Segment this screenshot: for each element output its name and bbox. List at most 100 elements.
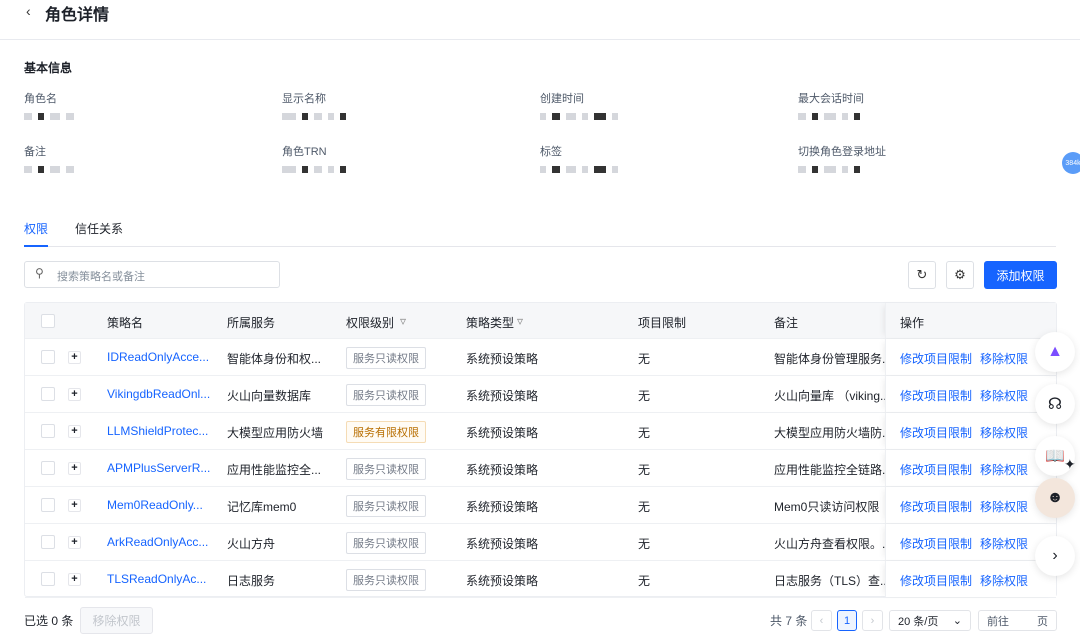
side-badge[interactable]: 384k [1062,152,1080,174]
add-permission-button[interactable]: 添加权限 [984,261,1057,289]
remove-permission-link[interactable]: 移除权限 [980,572,1028,589]
row-checkbox[interactable] [41,387,55,401]
section-title: 基本信息 [24,61,73,75]
chevron-left-icon[interactable]: ‹ [26,3,31,19]
redacted-value [798,111,860,121]
service-name: 记忆库mem0 [227,500,297,514]
remove-permission-link[interactable]: 移除权限 [980,461,1028,478]
chevron-down-icon: ⌄ [952,615,962,627]
service-name: 智能体身份和权... [227,352,322,366]
col-project: 项目限制 [638,316,687,330]
row-checkbox[interactable] [41,498,55,512]
expand-row-icon[interactable]: + [68,351,81,364]
remove-permission-link[interactable]: 移除权限 [980,350,1028,367]
policy-name-link[interactable]: Mem0ReadOnly... [107,498,203,512]
edit-project-limit-link[interactable]: 修改项目限制 [900,572,972,589]
filter-icon[interactable]: ▿ [400,314,406,328]
project-limit: 无 [638,574,651,588]
edit-project-limit-link[interactable]: 修改项目限制 [900,498,972,515]
expand-row-icon[interactable]: + [68,499,81,512]
table-row: + IDReadOnlyAcce... 智能体身份和权... 服务只读权限 系统… [25,339,1056,376]
redacted-value [798,164,860,174]
expand-button[interactable]: › [1035,536,1075,576]
row-checkbox[interactable] [41,461,55,475]
service-name: 日志服务 [227,574,276,588]
remove-permission-link[interactable]: 移除权限 [980,387,1028,404]
policy-name-link[interactable]: TLSReadOnlyAc... [107,572,206,586]
policy-type: 系统预设策略 [466,426,539,440]
batch-remove-button[interactable]: 移除权限 [80,607,153,634]
total-count: 共 7 条 [770,614,808,628]
prev-page-button[interactable]: ‹ [811,610,832,631]
redacted-value [282,164,346,174]
table-header: 策略名 所属服务 权限级别 ▿ 策略类型 ▿ 项目限制 备注 操作 [25,303,1056,339]
col-level: 权限级别 [346,316,395,330]
project-limit: 无 [638,426,651,440]
project-limit: 无 [638,463,651,477]
policy-name-link[interactable]: APMPlusServerR... [107,461,210,475]
row-checkbox[interactable] [41,572,55,586]
settings-button[interactable]: ⚙ [946,261,974,289]
remove-permission-link[interactable]: 移除权限 [980,424,1028,441]
select-all-checkbox[interactable] [41,314,55,328]
policy-name-link[interactable]: IDReadOnlyAcce... [107,350,209,364]
service-name: 火山向量数据库 [227,389,312,403]
policy-note: 火山向量库 （viking... [774,389,891,403]
level-tag: 服务只读权限 [346,569,426,591]
edit-project-limit-link[interactable]: 修改项目限制 [900,350,972,367]
search-input[interactable]: 搜索策略名或备注 [24,261,280,288]
edit-project-limit-link[interactable]: 修改项目限制 [900,424,972,441]
policy-name-link[interactable]: VikingdbReadOnl... [107,387,210,401]
col-service: 所属服务 [227,316,276,330]
filter-icon[interactable]: ▿ [517,314,523,328]
policy-name-link[interactable]: ArkReadOnlyAcc... [107,535,208,549]
row-checkbox[interactable] [41,424,55,438]
tabs: 权限 信任关系 [24,220,1056,247]
gear-icon: ⚙ [954,267,966,282]
refresh-button[interactable]: ↻ [908,261,936,289]
project-limit: 无 [638,537,651,551]
field-label: 备注 [24,146,46,158]
goto-page-input[interactable]: 前往 页 [978,610,1057,631]
field-label: 角色名 [24,93,57,105]
next-page-button[interactable]: › [862,610,883,631]
table-row: + VikingdbReadOnl... 火山向量数据库 服务只读权限 系统预设… [25,376,1056,413]
avatar-button[interactable]: ☻ [1035,478,1075,518]
redacted-value [24,164,74,174]
redacted-value [540,164,618,174]
edit-project-limit-link[interactable]: 修改项目限制 [900,387,972,404]
row-checkbox[interactable] [41,350,55,364]
page-header: ‹ 角色详情 [0,0,1080,40]
expand-row-icon[interactable]: + [68,425,81,438]
refresh-icon: ↻ [916,267,928,282]
table-row: + TLSReadOnlyAc... 日志服务 服务只读权限 系统预设策略 无 … [25,561,1056,598]
table-row: + Mem0ReadOnly... 记忆库mem0 服务只读权限 系统预设策略 … [25,487,1056,524]
tab-trust-relation[interactable]: 信任关系 [75,220,123,245]
expand-row-icon[interactable]: + [68,388,81,401]
remove-permission-link[interactable]: 移除权限 [980,535,1028,552]
table-row: + APMPlusServerR... 应用性能监控全... 服务只读权限 系统… [25,450,1056,487]
policy-note: 火山方舟查看权限。... [774,537,893,551]
ai-assistant-button[interactable]: ▲ [1035,332,1075,372]
edit-project-limit-link[interactable]: 修改项目限制 [900,461,972,478]
page-1[interactable]: 1 [837,610,857,631]
page-size-select[interactable]: 20 条/页 ⌄ [889,610,971,631]
level-tag: 服务有限权限 [346,421,426,443]
policy-note: 应用性能监控全链路... [774,463,893,477]
service-name: 应用性能监控全... [227,463,322,477]
remove-permission-link[interactable]: 移除权限 [980,498,1028,515]
support-button[interactable]: ☊ [1035,384,1075,424]
project-limit: 无 [638,500,651,514]
policy-name-link[interactable]: LLMShieldProtec... [107,424,208,438]
expand-row-icon[interactable]: + [68,536,81,549]
sparkle-icon: ✦ [1064,456,1076,472]
project-limit: 无 [638,389,651,403]
col-policy-name: 策略名 [107,316,144,330]
search-icon: ⚲ [35,266,44,280]
expand-row-icon[interactable]: + [68,462,81,475]
policy-note: 大模型应用防火墙防... [774,426,893,440]
edit-project-limit-link[interactable]: 修改项目限制 [900,535,972,552]
row-checkbox[interactable] [41,535,55,549]
tab-permissions[interactable]: 权限 [24,220,49,247]
expand-row-icon[interactable]: + [68,573,81,586]
